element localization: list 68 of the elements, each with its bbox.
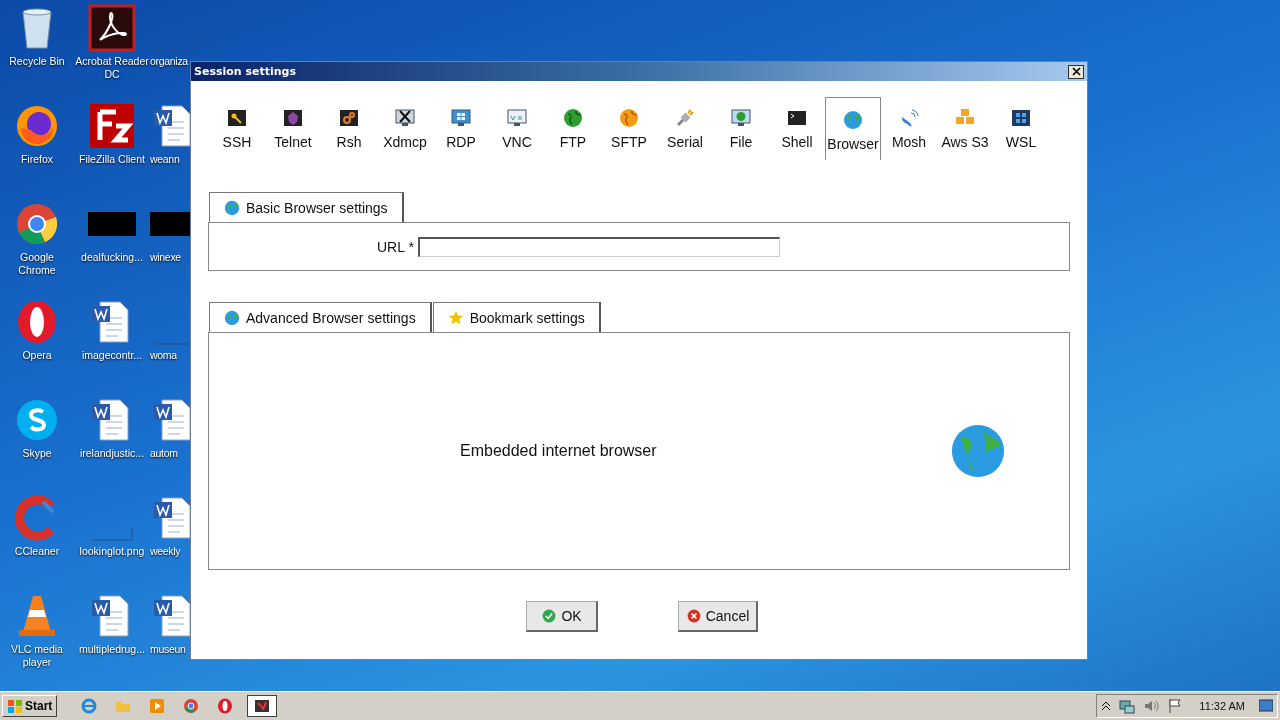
internet-explorer-icon <box>81 698 98 714</box>
desktop-icon-label[interactable]: dealfucking... <box>75 251 149 264</box>
clock[interactable]: 11:32 AM <box>1199 700 1245 712</box>
desktop-icon-label[interactable]: autom <box>150 447 178 460</box>
plug-icon <box>675 108 695 128</box>
flag-icon[interactable] <box>1167 698 1184 714</box>
url-label: URL * <box>377 238 414 255</box>
star-icon <box>447 309 464 326</box>
cancel-button[interactable]: Cancel <box>678 601 758 632</box>
desktop-icon-label[interactable]: weekly <box>150 545 181 558</box>
terminal-icon <box>787 108 807 128</box>
desktop-icon-label[interactable]: organiza <box>150 55 188 68</box>
panel-tab[interactable]: Bookmark settings <box>432 302 601 332</box>
network-icon[interactable] <box>1119 698 1136 714</box>
panel-tab[interactable]: Advanced Browser settings <box>209 302 432 332</box>
windows-logo-icon <box>7 698 23 714</box>
session-type-tab[interactable]: Browser <box>825 97 881 160</box>
windows-icon <box>1011 108 1031 128</box>
terminal-app-icon <box>254 698 271 714</box>
show-desktop-icon[interactable] <box>1259 699 1273 713</box>
globe-icon <box>843 110 863 130</box>
gem-icon <box>283 108 303 128</box>
url-field[interactable] <box>417 236 780 257</box>
desktop-icon-label[interactable]: Acrobat Reader DC <box>75 55 149 81</box>
opera-icon <box>217 698 234 714</box>
desktop-icon-label[interactable]: Google Chrome <box>0 251 74 277</box>
cancel-icon <box>685 608 702 624</box>
close-icon <box>1071 67 1081 76</box>
media-player-icon <box>149 698 166 714</box>
description-text: Embedded internet browser <box>460 442 657 460</box>
vnc-monitor-icon <box>507 108 527 128</box>
volume-icon[interactable] <box>1143 698 1160 714</box>
acrobat-icon[interactable] <box>88 4 136 52</box>
x-monitor-icon <box>395 108 415 128</box>
gears-icon <box>339 108 359 128</box>
globe-icon <box>563 108 583 128</box>
desktop-icon-label[interactable]: Recycle Bin <box>0 55 74 68</box>
desktop-icon-label[interactable]: CCleaner <box>0 545 74 558</box>
desktop-icon-label[interactable]: lookinglot.png <box>75 545 149 558</box>
desktop-icon-label[interactable]: Firefox <box>0 153 74 166</box>
chrome-icon <box>183 698 200 714</box>
close-button[interactable] <box>1068 64 1084 79</box>
desktop-icon-label[interactable]: Opera <box>0 349 74 362</box>
desktop-icon-label[interactable]: irelandjustic... <box>75 447 149 460</box>
chevron-up-icon[interactable] <box>1101 700 1112 712</box>
start-button[interactable]: Start <box>2 695 58 717</box>
globe-icon <box>619 108 639 128</box>
window-title: Session settings <box>194 65 296 78</box>
ok-button[interactable]: OK <box>526 601 598 632</box>
globe-monitor-icon <box>731 108 751 128</box>
desktop-icon-label[interactable]: museun <box>150 643 186 656</box>
desktop-icon-label[interactable]: woma <box>150 349 177 362</box>
earth-icon <box>949 422 1007 480</box>
monitor-icon <box>451 108 471 128</box>
desktop-icon-label[interactable]: FileZilla Client <box>75 153 149 166</box>
desktop-icon-label[interactable]: weann <box>150 153 180 166</box>
panel-tab[interactable]: Basic Browser settings <box>209 192 404 222</box>
globe-icon <box>224 199 240 216</box>
filezilla-icon[interactable] <box>88 102 136 150</box>
desktop-icon-label[interactable]: VLC media player <box>0 643 74 669</box>
check-icon <box>541 608 558 624</box>
desktop-icon-label[interactable]: winexe <box>150 251 181 264</box>
taskbar-app-button[interactable] <box>247 695 278 717</box>
key-icon <box>227 108 247 128</box>
globe-icon <box>224 309 240 326</box>
desktop-icon-label[interactable]: Skype <box>0 447 74 460</box>
desktop-icon-label[interactable]: multipledrug... <box>75 643 149 656</box>
desktop-icon-label[interactable]: imagecontr... <box>75 349 149 362</box>
